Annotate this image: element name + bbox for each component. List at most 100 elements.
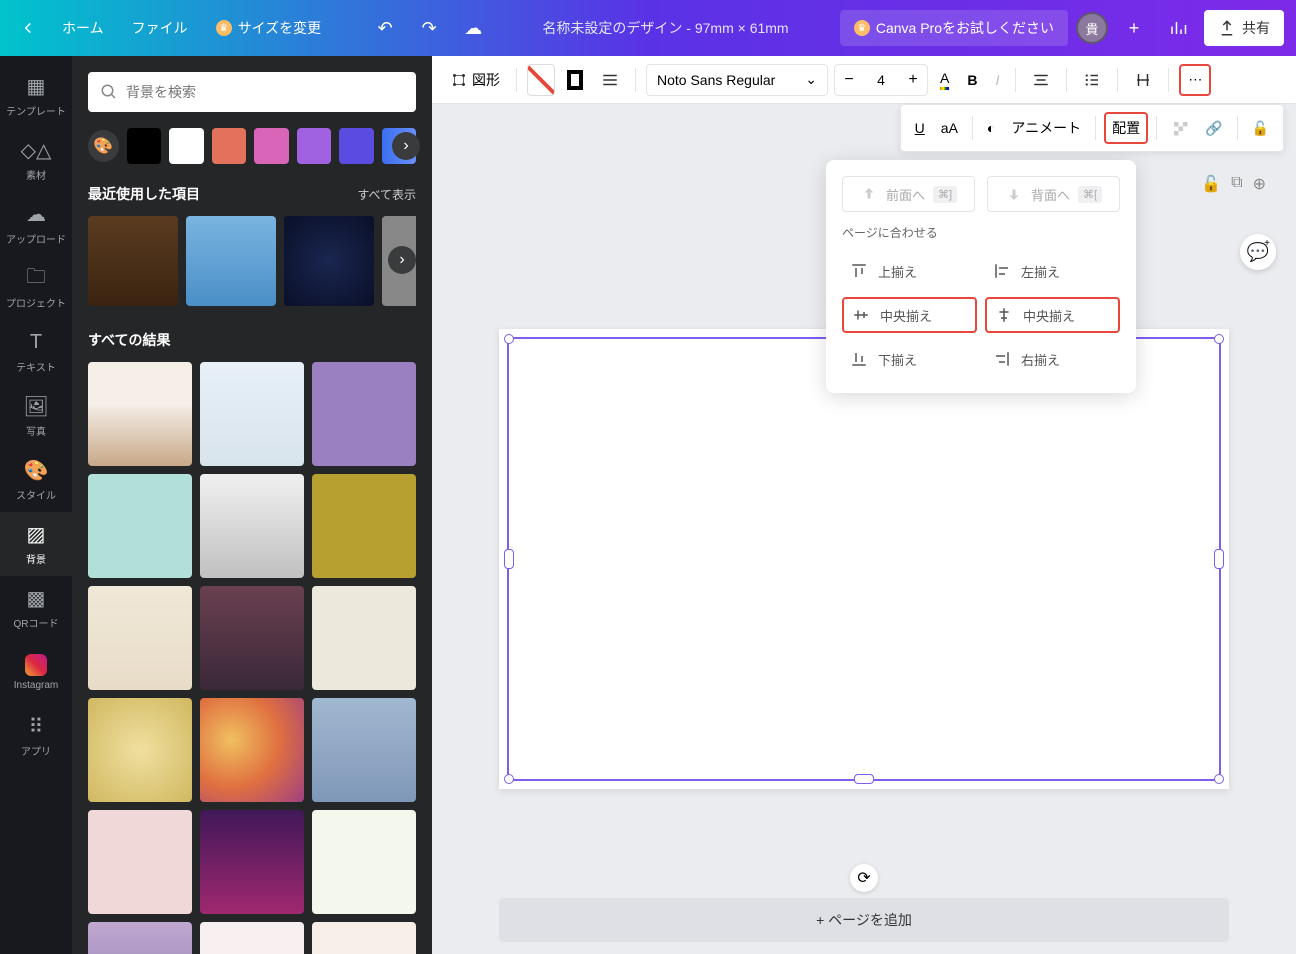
comment-fab[interactable]: 💬+	[1240, 234, 1276, 270]
underline-button[interactable]: U	[909, 112, 931, 144]
border-color-button[interactable]	[561, 64, 589, 96]
sidebar-item-template[interactable]: ▦テンプレート	[0, 64, 72, 128]
sidebar-item-elements[interactable]: ◇△素材	[0, 128, 72, 192]
color-picker-button[interactable]: 🎨	[88, 130, 119, 162]
effects-button[interactable]: ◐	[981, 112, 1001, 144]
align-hcenter-button[interactable]: 中央揃え	[985, 297, 1120, 333]
add-page-button[interactable]: ⊕	[1253, 174, 1266, 194]
swatches-next-button[interactable]: ›	[392, 132, 420, 160]
user-avatar[interactable]: 貴	[1076, 12, 1108, 44]
home-link[interactable]: ホーム	[52, 12, 114, 44]
list-button[interactable]	[1077, 64, 1107, 96]
bg-item[interactable]	[312, 362, 416, 466]
resize-handle-bl[interactable]	[504, 774, 514, 784]
swatch-black[interactable]	[127, 128, 161, 164]
lock-page-button[interactable]: 🔓	[1201, 174, 1221, 194]
sidebar-item-project[interactable]: 🗀プロジェクト	[0, 256, 72, 320]
search-input[interactable]	[126, 84, 404, 100]
swatch-white[interactable]	[169, 128, 203, 164]
bg-item[interactable]	[88, 810, 192, 914]
sidebar-item-style[interactable]: 🎨スタイル	[0, 448, 72, 512]
recent-bg-1[interactable]	[88, 216, 178, 306]
decrease-size-button[interactable]: −	[835, 65, 863, 95]
bg-item[interactable]	[88, 586, 192, 690]
fill-color-button[interactable]	[527, 64, 555, 96]
resize-handle-tr[interactable]	[1214, 334, 1224, 344]
recent-bg-2[interactable]	[186, 216, 276, 306]
bg-item[interactable]	[200, 362, 304, 466]
bg-item[interactable]	[200, 586, 304, 690]
border-style-button[interactable]	[595, 64, 625, 96]
resize-handle-lm[interactable]	[504, 549, 514, 569]
bg-item[interactable]	[88, 362, 192, 466]
sidebar-item-background[interactable]: ▨背景	[0, 512, 72, 576]
sidebar-item-text[interactable]: Tテキスト	[0, 320, 72, 384]
swatch-pink[interactable]	[254, 128, 288, 164]
increase-size-button[interactable]: +	[899, 65, 927, 95]
add-page-bar[interactable]: + ページを追加	[499, 898, 1229, 942]
align-right-button[interactable]: 右揃え	[985, 341, 1120, 377]
bg-item[interactable]	[200, 922, 304, 954]
analytics-button[interactable]	[1160, 10, 1196, 46]
text-align-button[interactable]	[1026, 64, 1056, 96]
sidebar-item-qr[interactable]: ▩QRコード	[0, 576, 72, 640]
edit-shape-button[interactable]: 図形	[444, 64, 506, 96]
document-title[interactable]: 名称未設定のデザイン - 97mm × 61mm	[499, 18, 832, 38]
see-all-link[interactable]: すべて表示	[357, 186, 416, 203]
bg-item[interactable]	[200, 698, 304, 802]
align-vcenter-button[interactable]: 中央揃え	[842, 297, 977, 333]
resize-handle-tl[interactable]	[504, 334, 514, 344]
bg-item[interactable]	[312, 698, 416, 802]
redo-button[interactable]: ↷	[411, 10, 447, 46]
bg-item[interactable]	[312, 474, 416, 578]
bg-item[interactable]	[88, 922, 192, 954]
bold-button[interactable]: B	[961, 64, 983, 96]
bg-item[interactable]	[312, 586, 416, 690]
case-button[interactable]: aA	[935, 112, 964, 144]
duplicate-page-button[interactable]: ⧉	[1231, 174, 1242, 194]
more-button[interactable]: ⋯	[1179, 64, 1211, 96]
font-size-value[interactable]: 4	[863, 72, 899, 88]
cloud-sync-icon[interactable]: ☁	[455, 10, 491, 46]
file-menu[interactable]: ファイル	[122, 12, 198, 44]
sidebar-item-upload[interactable]: ☁アップロード	[0, 192, 72, 256]
resize-handle-br[interactable]	[1214, 774, 1224, 784]
resize-handle-bm[interactable]	[854, 774, 874, 784]
send-backward-button[interactable]: 背面へ ⌘[	[987, 176, 1120, 212]
sidebar-item-photo[interactable]: 🖼写真	[0, 384, 72, 448]
lock-button[interactable]: 🔓	[1246, 112, 1275, 144]
align-left-button[interactable]: 左揃え	[985, 253, 1120, 289]
resize-button[interactable]: ♛ サイズを変更	[206, 12, 332, 44]
spacing-button[interactable]	[1128, 64, 1158, 96]
bg-item[interactable]	[312, 810, 416, 914]
share-button[interactable]: 共有	[1204, 10, 1284, 46]
swatch-coral[interactable]	[212, 128, 246, 164]
italic-button[interactable]: I	[990, 64, 1006, 96]
transparency-button[interactable]	[1165, 112, 1195, 144]
text-color-button[interactable]: A	[934, 64, 955, 96]
sidebar-item-apps[interactable]: ⠿アプリ	[0, 704, 72, 768]
back-button[interactable]	[12, 12, 44, 44]
link-button[interactable]: 🔗	[1199, 112, 1228, 144]
recent-next-button[interactable]: ›	[388, 246, 416, 274]
align-bottom-button[interactable]: 下揃え	[842, 341, 977, 377]
swatch-indigo[interactable]	[339, 128, 373, 164]
bg-item[interactable]	[88, 698, 192, 802]
align-top-button[interactable]: 上揃え	[842, 253, 977, 289]
try-pro-button[interactable]: ♛ Canva Proをお試しください	[840, 10, 1068, 46]
bg-item[interactable]	[200, 474, 304, 578]
recent-bg-3[interactable]	[284, 216, 374, 306]
font-family-select[interactable]: Noto Sans Regular ⌄	[646, 64, 828, 96]
search-box[interactable]	[88, 72, 416, 112]
resize-handle-rm[interactable]	[1214, 549, 1224, 569]
bg-item[interactable]	[200, 810, 304, 914]
bg-item[interactable]	[88, 474, 192, 578]
bg-item[interactable]	[312, 922, 416, 954]
sidebar-item-instagram[interactable]: Instagram	[0, 640, 72, 704]
animate-button[interactable]: アニメート	[1005, 112, 1087, 144]
add-member-button[interactable]: +	[1116, 10, 1152, 46]
undo-button[interactable]: ↶	[367, 10, 403, 46]
design-canvas[interactable]	[499, 329, 1229, 789]
bring-forward-button[interactable]: 前面へ ⌘]	[842, 176, 975, 212]
position-button[interactable]: 配置	[1104, 112, 1148, 144]
